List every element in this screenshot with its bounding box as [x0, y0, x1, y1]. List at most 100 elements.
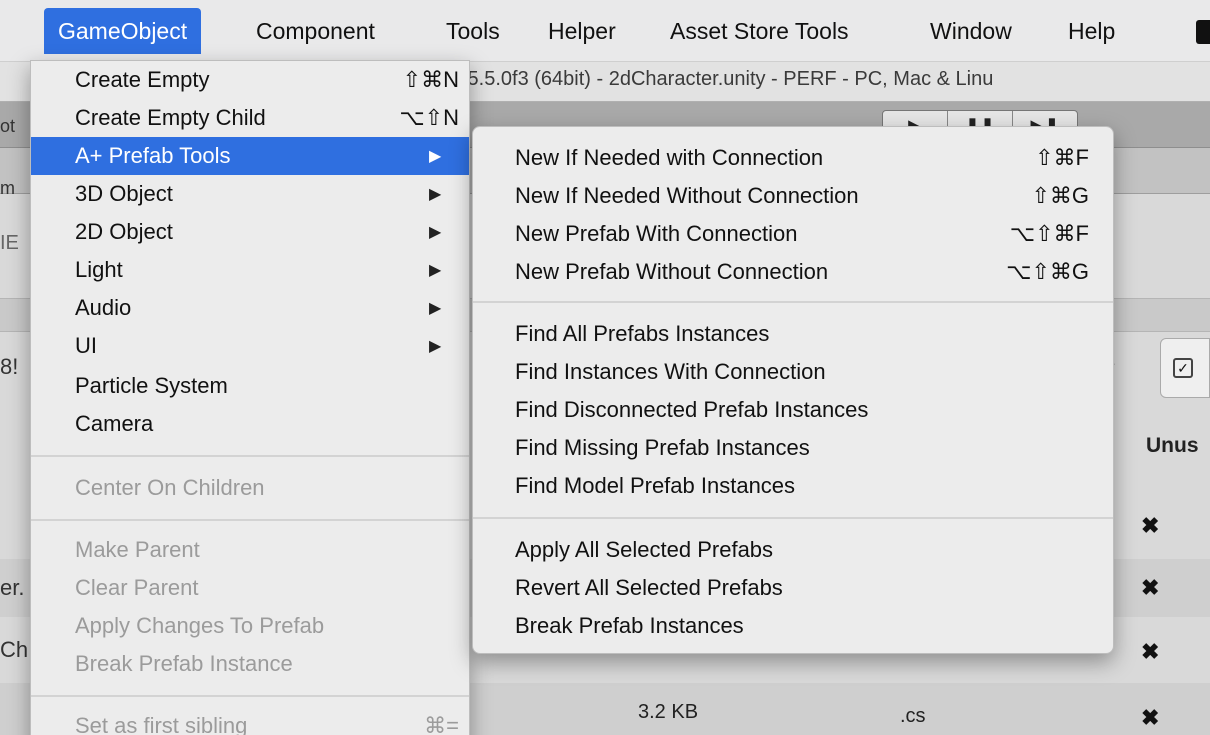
menu-item-new-prefab-without-connection[interactable]: New Prefab Without Connection ⌥⇧⌘G — [473, 253, 1113, 291]
gameobject-menu: Create Empty ⇧⌘N Create Empty Child ⌥⇧N … — [30, 60, 470, 735]
menu-item-clear-parent[interactable]: Clear Parent — [31, 569, 469, 607]
menu-item-create-empty-child[interactable]: Create Empty Child ⌥⇧N — [31, 99, 469, 137]
menu-separator — [31, 455, 469, 457]
submenu-arrow-icon: ▶ — [429, 148, 442, 165]
menu-item-center-on-children[interactable]: Center On Children — [31, 469, 469, 507]
shortcut-label: ⌥⇧N — [399, 105, 459, 130]
window-title: y 5.5.0f3 (64bit) - 2dCharacter.unity - … — [452, 68, 994, 90]
toggle-button[interactable]: ✓ — [1160, 338, 1210, 398]
menu-help[interactable]: Help — [1054, 8, 1129, 54]
menu-item-revert-all-selected-prefabs[interactable]: Revert All Selected Prefabs — [473, 569, 1113, 607]
edge-text-1: ot — [0, 116, 16, 136]
menu-item-label: Find All Prefabs Instances — [515, 321, 770, 346]
submenu-arrow-icon: ▶ — [429, 186, 442, 203]
menu-item-label: Find Model Prefab Instances — [515, 473, 796, 498]
menu-item-camera[interactable]: Camera — [31, 405, 469, 443]
menu-item-label: Center On Children — [75, 475, 265, 500]
menu-item-find-all-prefabs-instances[interactable]: Find All Prefabs Instances — [473, 315, 1113, 353]
menu-item-label: Create Empty Child — [75, 105, 266, 130]
menu-item-2d-object[interactable]: 2D Object ▶ — [31, 213, 469, 251]
menu-item-find-instances-with-connection[interactable]: Find Instances With Connection — [473, 353, 1113, 391]
menu-window[interactable]: Window — [916, 8, 1026, 54]
column-header-unused: Unus — [1146, 434, 1199, 457]
submenu-arrow-icon: ▶ — [429, 338, 442, 355]
menu-item-light[interactable]: Light ▶ — [31, 251, 469, 289]
menu-item-audio[interactable]: Audio ▶ — [31, 289, 469, 327]
unused-mark-icon: ✖ — [1141, 513, 1160, 538]
menu-item-particle-system[interactable]: Particle System — [31, 367, 469, 405]
shortcut-label: ⇧⌘N — [402, 67, 459, 92]
unused-mark-icon: ✖ — [1141, 575, 1160, 600]
menu-tools[interactable]: Tools — [432, 8, 514, 54]
file-size: 3.2 KB — [638, 701, 699, 723]
menu-item-aplus-prefab-tools[interactable]: A+ Prefab Tools ▶ — [31, 137, 469, 175]
menu-item-new-prefab-with-connection[interactable]: New Prefab With Connection ⌥⇧⌘F — [473, 215, 1113, 253]
prefab-tools-submenu: New If Needed with Connection ⇧⌘F New If… — [472, 126, 1114, 654]
menu-separator — [473, 517, 1113, 519]
menu-separator — [31, 519, 469, 521]
shortcut-label: ⌥⇧⌘F — [1009, 221, 1089, 246]
menu-separator — [473, 301, 1113, 303]
menu-item-find-disconnected-prefab-instances[interactable]: Find Disconnected Prefab Instances — [473, 391, 1113, 429]
menu-item-label: 3D Object — [75, 181, 173, 206]
menu-item-make-parent[interactable]: Make Parent — [31, 531, 469, 569]
menu-item-label: Find Missing Prefab Instances — [515, 435, 810, 460]
menu-item-ui[interactable]: UI ▶ — [31, 327, 469, 365]
menu-item-label: Particle System — [75, 373, 228, 398]
menu-item-label: Revert All Selected Prefabs — [515, 575, 783, 600]
menu-item-apply-changes-to-prefab[interactable]: Apply Changes To Prefab — [31, 607, 469, 645]
menu-item-break-prefab-instance[interactable]: Break Prefab Instance — [31, 645, 469, 683]
menu-item-find-missing-prefab-instances[interactable]: Find Missing Prefab Instances — [473, 429, 1113, 467]
menu-asset-store-tools[interactable]: Asset Store Tools — [656, 8, 863, 54]
checkbox-icon: ✓ — [1173, 358, 1193, 378]
menu-item-apply-all-selected-prefabs[interactable]: Apply All Selected Prefabs — [473, 531, 1113, 569]
status-icon[interactable] — [1196, 20, 1210, 44]
menu-item-label: Create Empty — [75, 67, 210, 92]
menu-item-label: Break Prefab Instance — [75, 651, 293, 676]
menu-item-label: Find Instances With Connection — [515, 359, 826, 384]
edge-text-5: er. — [0, 575, 25, 600]
menu-item-label: A+ Prefab Tools — [75, 143, 231, 168]
shortcut-label: ⌘= — [424, 713, 459, 735]
submenu-arrow-icon: ▶ — [429, 224, 442, 241]
menu-item-new-if-needed-with-connection[interactable]: New If Needed with Connection ⇧⌘F — [473, 139, 1113, 177]
menu-item-label: Set as first sibling — [75, 713, 248, 735]
menu-helper[interactable]: Helper — [534, 8, 630, 54]
unused-mark-icon: ✖ — [1141, 705, 1160, 730]
edge-text-4: 8! — [0, 354, 19, 379]
menu-item-set-as-first-sibling[interactable]: Set as first sibling ⌘= — [31, 707, 469, 735]
menu-item-label: Audio — [75, 295, 132, 320]
menu-item-label: 2D Object — [75, 219, 173, 244]
menu-item-break-prefab-instances[interactable]: Break Prefab Instances — [473, 607, 1113, 645]
menu-item-label: New If Needed Without Connection — [515, 183, 859, 208]
file-extension: .cs — [900, 705, 926, 727]
submenu-arrow-icon: ▶ — [429, 300, 442, 317]
menu-item-label: New If Needed with Connection — [515, 145, 824, 170]
menu-component[interactable]: Component — [242, 8, 389, 54]
menu-bar: GameObject Component Tools Helper Asset … — [0, 0, 1210, 62]
shortcut-label: ⌥⇧⌘G — [1006, 259, 1089, 284]
menu-item-label: UI — [75, 333, 97, 358]
menu-item-3d-object[interactable]: 3D Object ▶ — [31, 175, 469, 213]
edge-text-6: Ch — [0, 637, 29, 662]
menu-item-label: Find Disconnected Prefab Instances — [515, 397, 869, 422]
shortcut-label: ⇧⌘F — [1035, 145, 1089, 170]
menu-item-create-empty[interactable]: Create Empty ⇧⌘N — [31, 61, 469, 99]
menu-item-label: Make Parent — [75, 537, 200, 562]
shortcut-label: ⇧⌘G — [1031, 183, 1089, 208]
menu-item-new-if-needed-without-connection[interactable]: New If Needed Without Connection ⇧⌘G — [473, 177, 1113, 215]
submenu-arrow-icon: ▶ — [429, 262, 442, 279]
menu-item-label: Camera — [75, 411, 154, 436]
menu-item-label: Apply All Selected Prefabs — [515, 537, 774, 562]
unused-mark-icon: ✖ — [1141, 639, 1160, 664]
menu-separator — [31, 695, 469, 697]
menu-item-label: Apply Changes To Prefab — [75, 613, 325, 638]
menu-item-find-model-prefab-instances[interactable]: Find Model Prefab Instances — [473, 467, 1113, 505]
menu-item-label: New Prefab Without Connection — [515, 259, 829, 284]
menu-item-label: Light — [75, 257, 123, 282]
menu-item-label: Break Prefab Instances — [515, 613, 744, 638]
menu-item-label: New Prefab With Connection — [515, 221, 798, 246]
menu-gameobject[interactable]: GameObject — [44, 8, 202, 54]
menu-item-label: Clear Parent — [75, 575, 199, 600]
edge-text-3: IE — [0, 232, 19, 254]
